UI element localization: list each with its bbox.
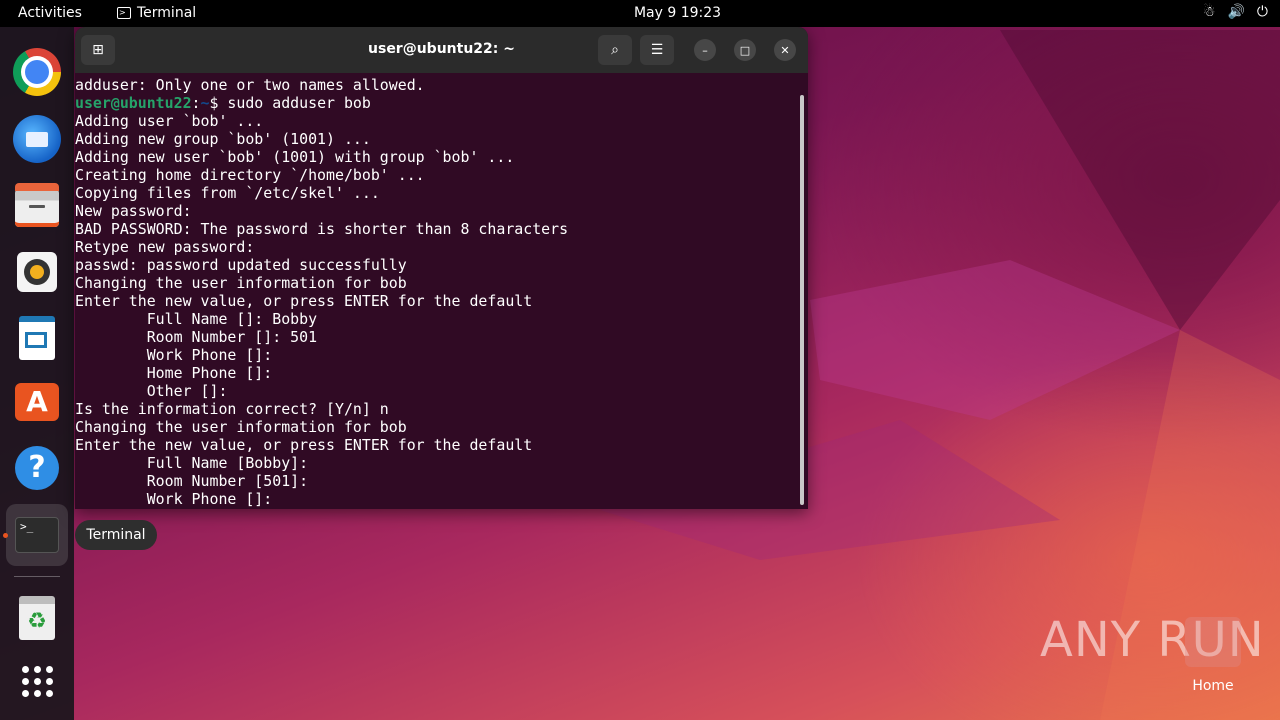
maximize-button[interactable]: □ [734, 39, 756, 61]
thunderbird-icon [13, 115, 61, 163]
terminal-output[interactable]: adduser: Only one or two names allowed. u… [75, 73, 808, 509]
terminal-line: Adding new group `bob' (1001) ... [75, 130, 371, 148]
maximize-icon: □ [739, 43, 751, 57]
dock-separator [14, 576, 60, 577]
rhythmbox-icon [17, 252, 57, 292]
terminal-line: BAD PASSWORD: The password is shorter th… [75, 220, 569, 238]
help-icon: ? [15, 446, 59, 490]
menu-button[interactable]: ☰ [640, 35, 674, 65]
terminal-line: Retype new password: [75, 238, 264, 256]
clock[interactable]: May 9 19:23 [0, 5, 1280, 21]
close-button[interactable]: ✕ [774, 39, 796, 61]
dock-item-trash[interactable]: ♻ [12, 593, 62, 643]
terminal-line: Adding user `bob' ... [75, 112, 264, 130]
search-icon: ⌕ [611, 42, 619, 58]
writer-icon [19, 316, 55, 360]
search-button[interactable]: ⌕ [598, 35, 632, 65]
dock-tooltip: Terminal [75, 520, 157, 550]
system-tray[interactable]: ☃ 🔊 ⏻ [1203, 4, 1268, 20]
terminal-line: Enter the new value, or press ENTER for … [75, 292, 533, 310]
prompt-separator: : [191, 94, 201, 112]
close-icon: ✕ [780, 43, 790, 57]
terminal-line: Copying files from `/etc/skel' ... [75, 184, 380, 202]
terminal-line: Is the information correct? [Y/n] n [75, 400, 389, 418]
terminal-line: Home Phone []: [75, 364, 282, 382]
terminal-line: Full Name [Bobby]: [75, 454, 318, 472]
dock-item-thunderbird[interactable] [12, 114, 62, 164]
home-folder-icon[interactable] [1185, 617, 1241, 667]
terminal-line: Room Number []: 501 [75, 328, 318, 346]
dock-item-ubuntu-software[interactable]: A [12, 377, 62, 427]
dock: A ? >_ ♻ [0, 27, 74, 720]
terminal-line: Changing the user information for bob [75, 274, 407, 292]
dock-item-files[interactable] [12, 183, 62, 233]
terminal-window[interactable]: ⊞ user@ubuntu22: ~ ⌕ ☰ – □ ✕ adduser: On… [75, 27, 808, 509]
volume-icon: 🔊 [1227, 4, 1245, 20]
terminal-line: Work Phone []: [75, 490, 282, 508]
dock-item-terminal[interactable]: >_ [6, 504, 68, 566]
terminal-line: Creating home directory `/home/bob' ... [75, 166, 425, 184]
terminal-line: passwd: password updated successfully [75, 256, 407, 274]
minimize-button[interactable]: – [694, 39, 716, 61]
terminal-line: Enter the new value, or press ENTER for … [75, 436, 533, 454]
terminal-line: user@ubuntu22:~$ sudo adduser bob [75, 94, 808, 112]
prompt-user: user@ubuntu22 [75, 94, 192, 112]
appstore-icon: A [15, 383, 59, 421]
terminal-line: adduser: Only one or two names allowed. [75, 76, 425, 94]
dock-item-show-applications[interactable] [12, 656, 62, 706]
terminal-line: Adding new user `bob' (1001) with group … [75, 148, 515, 166]
network-icon: ☃ [1202, 4, 1216, 20]
power-icon: ⏻ [1256, 4, 1268, 20]
dock-item-chrome[interactable] [12, 47, 62, 97]
dock-item-rhythmbox[interactable] [12, 247, 62, 297]
apps-grid-icon [21, 665, 53, 697]
dock-item-writer[interactable] [12, 313, 62, 363]
files-icon [15, 183, 59, 227]
top-bar: Activities > Terminal May 9 19:23 ☃ 🔊 ⏻ [0, 0, 1280, 27]
terminal-line: Work Phone []: [75, 346, 282, 364]
hamburger-menu-icon: ☰ [650, 42, 664, 58]
terminal-line: New password: [75, 202, 201, 220]
terminal-line: Full Name []: Bobby [75, 310, 318, 328]
prompt-end: $ sudo adduser bob [209, 94, 371, 112]
running-indicator [3, 533, 8, 538]
dock-item-help[interactable]: ? [12, 443, 62, 493]
terminal-icon: >_ [15, 517, 59, 553]
terminal-text: adduser: Only one or two names allowed. u… [75, 73, 808, 508]
terminal-line: Room Number [501]: [75, 472, 318, 490]
terminal-line: Other []: [75, 382, 237, 400]
chrome-icon [13, 48, 61, 96]
scrollbar[interactable] [800, 95, 804, 505]
home-folder-label: Home [1192, 678, 1234, 694]
terminal-line: Changing the user information for bob [75, 418, 407, 436]
minimize-icon: – [702, 43, 708, 57]
trash-icon: ♻ [19, 596, 55, 640]
terminal-header-bar[interactable]: ⊞ user@ubuntu22: ~ ⌕ ☰ – □ ✕ [75, 27, 808, 73]
